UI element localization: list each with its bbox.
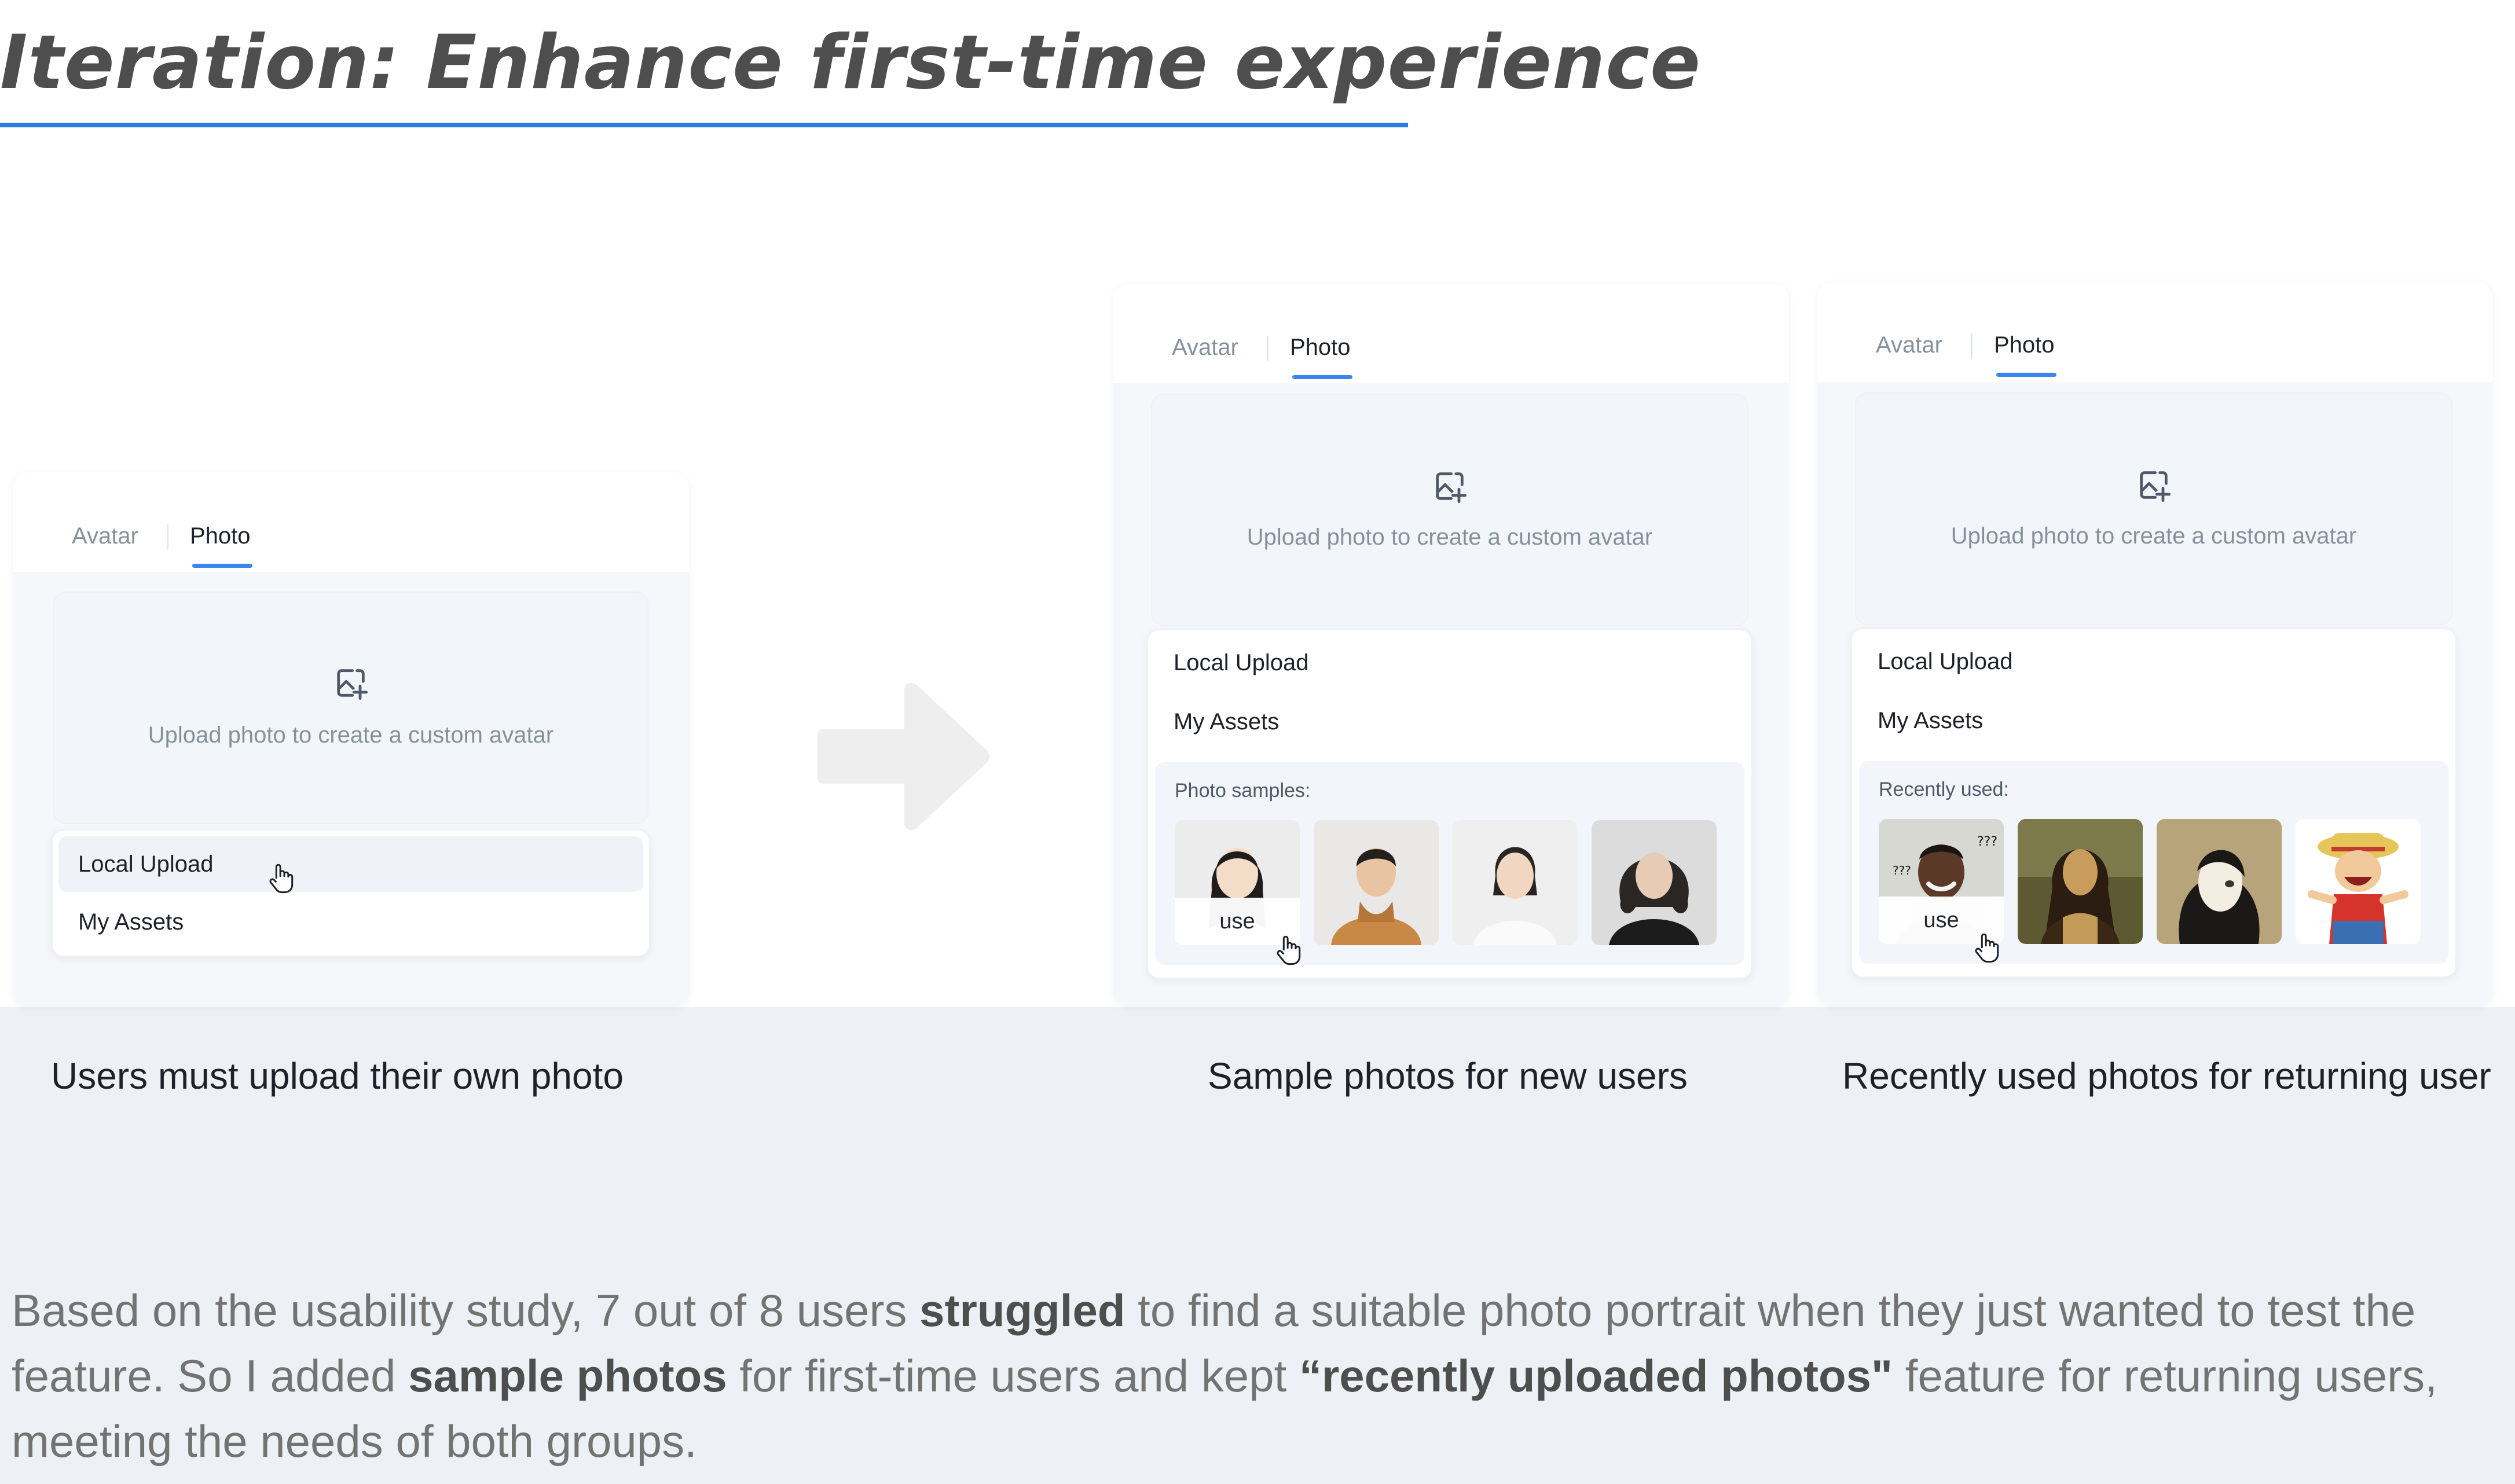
desc-part-1: Based on the usability study, 7 out of 8…	[12, 1285, 920, 1336]
menu-my-assets[interactable]: My Assets	[1154, 694, 1746, 750]
upload-dropzone[interactable]: Upload photo to create a custom avatar	[1151, 394, 1748, 626]
tab-divider	[1971, 333, 1973, 359]
tab-avatar[interactable]: Avatar	[1172, 335, 1238, 361]
upload-source-menu: Local Upload My Assets Photo samples: us…	[1146, 629, 1753, 979]
recent-photo-thumb[interactable]: ??? ??? use	[1879, 819, 2004, 944]
photo-samples-section: Photo samples: use	[1155, 762, 1744, 965]
svg-text:???: ???	[1977, 835, 1997, 849]
panel-sample-photos: Avatar Photo Upload photo to create a cu…	[1113, 284, 1789, 1007]
tab-photo[interactable]: Photo	[1290, 335, 1351, 361]
menu-local-upload[interactable]: Local Upload	[58, 836, 643, 892]
active-tab-indicator	[192, 564, 252, 568]
caption-recent-photos: Recently used photos for returning user	[1842, 1055, 2491, 1097]
active-tab-indicator	[1292, 375, 1352, 379]
hand-cursor-icon	[269, 864, 294, 894]
desc-emphasis-sample-photos: sample photos	[408, 1350, 727, 1401]
upload-prompt: Upload photo to create a custom avatar	[148, 722, 554, 748]
recently-used-label: Recently used:	[1879, 778, 2009, 800]
menu-my-assets[interactable]: My Assets	[1858, 693, 2450, 748]
panel-body: Upload photo to create a custom avatar L…	[13, 572, 689, 1007]
tab-photo[interactable]: Photo	[1994, 332, 2055, 358]
anime-image	[2157, 819, 2282, 944]
portrait-image	[1592, 820, 1717, 945]
tab-avatar[interactable]: Avatar	[1876, 332, 1942, 358]
upload-dropzone[interactable]: Upload photo to create a custom avatar	[53, 592, 648, 824]
tab-photo[interactable]: Photo	[190, 523, 251, 549]
sample-photo-thumb[interactable]	[1592, 820, 1717, 945]
upload-prompt: Upload photo to create a custom avatar	[1951, 523, 2357, 549]
arrow-right-icon	[817, 682, 990, 831]
sample-photo-thumb[interactable]: use	[1175, 820, 1300, 945]
page-title: Iteration: Enhance first-time experience	[0, 20, 1701, 106]
sample-photo-thumb[interactable]	[1314, 820, 1439, 945]
tab-divider	[167, 524, 168, 550]
tab-divider	[1267, 336, 1269, 361]
portrait-image	[1453, 820, 1578, 945]
upload-image-icon	[337, 669, 368, 700]
study-description: Based on the usability study, 7 out of 8…	[12, 1278, 2501, 1474]
menu-local-upload[interactable]: Local Upload	[1154, 635, 1746, 690]
caption-sample-photos: Sample photos for new users	[1208, 1055, 1688, 1097]
hand-cursor-icon	[1277, 935, 1301, 965]
upload-source-menu: Local Upload My Assets	[51, 829, 651, 957]
recent-photo-thumb[interactable]	[2157, 819, 2282, 944]
sample-photo-thumb[interactable]	[1453, 820, 1578, 945]
hand-cursor-icon	[1975, 933, 1999, 963]
menu-my-assets[interactable]: My Assets	[58, 894, 643, 950]
tab-avatar[interactable]: Avatar	[72, 523, 138, 549]
recent-photo-thumb[interactable]	[2296, 819, 2421, 944]
panel-upload-only: Avatar Photo Upload photo to create a cu…	[13, 472, 689, 1007]
portrait-image	[1314, 820, 1439, 945]
upload-prompt: Upload photo to create a custom avatar	[1246, 524, 1653, 550]
samples-label: Photo samples:	[1175, 780, 1311, 802]
painting-image	[2018, 819, 2143, 944]
desc-emphasis-struggled: struggled	[919, 1285, 1125, 1336]
menu-local-upload[interactable]: Local Upload	[1858, 634, 2450, 689]
title-underline	[0, 123, 1408, 127]
upload-image-icon	[2140, 471, 2171, 502]
active-tab-indicator	[1996, 373, 2056, 377]
recently-used-section: Recently used: ??? ??? use	[1859, 761, 2448, 964]
panel-body: Upload photo to create a custom avatar L…	[1113, 383, 1789, 1007]
panel-recent-photos: Avatar Photo Upload photo to create a cu…	[1817, 282, 2493, 1007]
desc-emphasis-recent-photos: “recently uploaded photos"	[1299, 1350, 1893, 1401]
upload-image-icon	[1436, 472, 1467, 504]
desc-part-3: for first-time users and kept	[727, 1350, 1299, 1401]
svg-text:???: ???	[1893, 864, 1911, 877]
panel-body: Upload photo to create a custom avatar L…	[1817, 382, 2493, 1007]
upload-source-menu: Local Upload My Assets Recently used: ??…	[1850, 627, 2457, 978]
cartoon-image	[2296, 819, 2421, 944]
caption-upload-only: Users must upload their own photo	[51, 1055, 624, 1097]
recent-photo-thumb[interactable]	[2018, 819, 2143, 944]
upload-dropzone[interactable]: Upload photo to create a custom avatar	[1855, 392, 2452, 625]
